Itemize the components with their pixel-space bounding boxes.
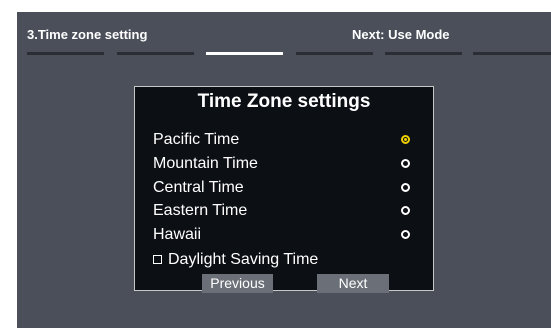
progress-segment-3 (206, 52, 283, 55)
option-hawaii[interactable]: Hawaii (153, 225, 415, 245)
option-label: Mountain Time (153, 155, 258, 172)
radio-icon[interactable] (401, 206, 410, 215)
daylight-saving-label: Daylight Saving Time (168, 251, 319, 268)
progress-segment-6 (473, 52, 551, 55)
next-step-title: Next: Use Mode (352, 27, 450, 42)
option-mountain-time[interactable]: Mountain Time (153, 154, 415, 174)
option-label: Central Time (153, 179, 244, 196)
progress-segment-5 (385, 52, 462, 55)
setup-screen: 3.Time zone setting Next: Use Mode Time … (17, 12, 551, 328)
time-zone-dialog: Time Zone settings Pacific Time Mountain… (134, 86, 434, 293)
next-button[interactable]: Next (317, 274, 389, 293)
option-central-time[interactable]: Central Time (153, 178, 415, 198)
radio-icon[interactable] (401, 230, 410, 239)
option-pacific-time[interactable]: Pacific Time (153, 130, 415, 150)
progress-segment-4 (296, 52, 373, 55)
progress-segment-1 (27, 52, 104, 55)
option-label: Eastern Time (153, 202, 248, 219)
checkbox-icon[interactable] (153, 255, 162, 264)
step-title: 3.Time zone setting (27, 27, 148, 42)
previous-button[interactable]: Previous (202, 274, 273, 293)
radio-selected-icon[interactable] (401, 135, 410, 144)
dialog-title: Time Zone settings (197, 91, 371, 112)
radio-icon[interactable] (401, 183, 410, 192)
option-label: Hawaii (153, 226, 202, 243)
progress-segment-2 (117, 52, 194, 55)
option-label: Pacific Time (153, 131, 240, 148)
radio-icon[interactable] (401, 159, 410, 168)
option-eastern-time[interactable]: Eastern Time (153, 201, 415, 221)
